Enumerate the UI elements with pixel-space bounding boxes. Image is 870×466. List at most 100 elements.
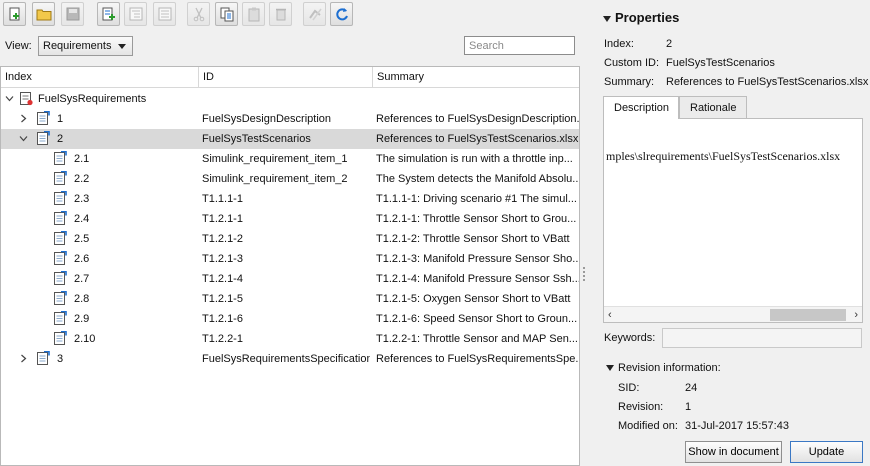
summary-value: References to FuelSysTestScenarios.xlsx bbox=[666, 76, 869, 88]
row-id: Simulink_requirement_item_1 bbox=[202, 153, 348, 165]
row-index: 2.5 bbox=[74, 233, 90, 245]
table-row[interactable]: 2 FuelSysTestScenarios References to FuelS… bbox=[1, 129, 579, 149]
tab-rationale[interactable]: Rationale bbox=[679, 96, 747, 118]
scroll-right-icon[interactable]: › bbox=[854, 309, 858, 321]
row-id: FuelSysDesignDescription bbox=[202, 113, 331, 125]
modified-label: Modified on: bbox=[618, 420, 678, 432]
scroll-left-icon[interactable]: ‹ bbox=[608, 309, 612, 321]
description-text: mples\slrequirements\FuelSysTestScenario… bbox=[606, 149, 841, 163]
table-row[interactable]: 2.10 T1.2.2-1 T1.2.2-1: Throttle Sensor an… bbox=[1, 329, 579, 349]
requirement-icon bbox=[54, 271, 67, 285]
keywords-field[interactable] bbox=[662, 328, 862, 348]
requirement-icon bbox=[37, 131, 50, 145]
requirement-icon bbox=[54, 231, 67, 245]
requirement-icon bbox=[54, 171, 67, 185]
chevron-down-icon bbox=[118, 44, 126, 49]
table-row[interactable]: 2.8 T1.2.1-5 T1.2.1-5: Oxygen Sensor Short… bbox=[1, 289, 579, 309]
view-dropdown[interactable]: Requirements bbox=[38, 36, 133, 56]
search-input[interactable] bbox=[464, 36, 575, 55]
revision-value: 1 bbox=[685, 401, 692, 413]
column-header-id[interactable]: ID bbox=[198, 67, 214, 88]
table-row[interactable]: 2.9 T1.2.1-6 T1.2.1-6: Speed Sensor Short … bbox=[1, 309, 579, 329]
delete-button[interactable] bbox=[269, 2, 292, 26]
chevron-down-icon[interactable] bbox=[5, 94, 14, 103]
row-index: 2.3 bbox=[74, 193, 90, 205]
paste-button[interactable] bbox=[242, 2, 265, 26]
table-row[interactable]: 2.7 T1.2.1-4 T1.2.1-4: Manifold Pressure S… bbox=[1, 269, 579, 289]
row-index: 3 bbox=[57, 353, 64, 365]
requirements-tree[interactable]: Index ID Summary FuelSysRequirements 1 Fu… bbox=[0, 66, 580, 466]
row-summary: The simulation is run with a throttle in… bbox=[376, 153, 573, 165]
collapse-triangle-icon[interactable] bbox=[606, 365, 614, 371]
add-justification-button[interactable] bbox=[153, 2, 176, 26]
row-summary: T1.2.1-1: Throttle Sensor Short to Grou.… bbox=[376, 213, 577, 225]
add-child-requirement-button[interactable] bbox=[124, 2, 147, 26]
add-child-requirement-icon bbox=[129, 7, 142, 21]
properties-title: Properties bbox=[615, 10, 680, 25]
cut-button[interactable] bbox=[187, 2, 210, 26]
tab-description[interactable]: Description bbox=[603, 96, 679, 119]
sid-label: SID: bbox=[618, 382, 640, 394]
tree-root-label: FuelSysRequirements bbox=[38, 93, 147, 105]
table-row[interactable]: 2.1 Simulink_requirement_item_1 The simula… bbox=[1, 149, 579, 169]
row-index: 2.9 bbox=[74, 313, 90, 325]
requirement-icon bbox=[37, 111, 50, 125]
custom-id-value: FuelSysTestScenarios bbox=[666, 57, 775, 69]
requirement-set-icon bbox=[20, 92, 33, 106]
scrollbar-thumb[interactable] bbox=[770, 309, 846, 321]
custom-id-label: Custom ID: bbox=[604, 57, 660, 69]
row-index: 2.8 bbox=[74, 293, 90, 305]
description-editor[interactable]: mples\slrequirements\FuelSysTestScenario… bbox=[603, 118, 863, 323]
row-summary: T1.2.1-3: Manifold Pressure Sensor Sho..… bbox=[376, 253, 579, 265]
modified-value: 31-Jul-2017 15:57:43 bbox=[685, 420, 789, 432]
column-header-index[interactable]: Index bbox=[1, 67, 32, 88]
save-button[interactable] bbox=[61, 2, 84, 26]
row-id: T1.2.1-5 bbox=[202, 293, 243, 305]
cut-icon bbox=[193, 7, 204, 22]
table-row[interactable]: 1 FuelSysDesignDescription References to F… bbox=[1, 109, 579, 129]
chevron-down-icon[interactable] bbox=[19, 134, 28, 143]
table-row[interactable]: 2.4 T1.2.1-1 T1.2.1-1: Throttle Sensor Sho… bbox=[1, 209, 579, 229]
row-id: T1.2.1-4 bbox=[202, 273, 243, 285]
revision-title: Revision information: bbox=[618, 362, 721, 374]
table-row[interactable]: 2.2 Simulink_requirement_item_2 The System… bbox=[1, 169, 579, 189]
refresh-icon bbox=[335, 8, 348, 21]
chevron-right-icon[interactable] bbox=[19, 114, 28, 123]
row-summary: T1.2.2-1: Throttle Sensor and MAP Sen... bbox=[376, 333, 578, 345]
column-header-summary[interactable]: Summary bbox=[372, 67, 424, 88]
row-id: Simulink_requirement_item_2 bbox=[202, 173, 348, 185]
link-button[interactable] bbox=[303, 2, 326, 26]
row-id: T1.2.1-6 bbox=[202, 313, 243, 325]
tree-root-row[interactable]: FuelSysRequirements bbox=[1, 89, 579, 109]
requirement-icon bbox=[54, 331, 67, 345]
row-index: 1 bbox=[57, 113, 64, 125]
chevron-right-icon[interactable] bbox=[19, 354, 28, 363]
row-index: 2.2 bbox=[74, 173, 90, 185]
row-id: FuelSysTestScenarios bbox=[202, 133, 311, 145]
panel-splitter[interactable] bbox=[582, 265, 586, 285]
copy-button[interactable] bbox=[215, 2, 238, 26]
view-label: View: bbox=[5, 40, 32, 52]
horizontal-scrollbar[interactable]: ‹ › bbox=[604, 306, 862, 322]
summary-label: Summary: bbox=[604, 76, 655, 88]
show-in-document-button[interactable]: Show in document bbox=[685, 441, 782, 463]
keywords-label: Keywords: bbox=[604, 332, 656, 344]
refresh-button[interactable] bbox=[330, 2, 353, 26]
open-folder-button[interactable] bbox=[32, 2, 55, 26]
revision-label: Revision: bbox=[618, 401, 664, 413]
table-row[interactable]: 2.5 T1.2.1-2 T1.2.1-2: Throttle Sensor Sho… bbox=[1, 229, 579, 249]
row-id: T1.2.2-1 bbox=[202, 333, 243, 345]
new-requirement-set-button[interactable] bbox=[3, 2, 26, 26]
row-id: T1.2.1-1 bbox=[202, 213, 243, 225]
row-id: T1.2.1-2 bbox=[202, 233, 243, 245]
update-button[interactable]: Update bbox=[790, 441, 863, 463]
add-requirement-button[interactable] bbox=[97, 2, 120, 26]
table-row[interactable]: 3 FuelSysRequirementsSpecification Referen… bbox=[1, 349, 579, 369]
properties-panel: Properties Index: 2 Custom ID: FuelSysTe… bbox=[597, 8, 870, 466]
row-summary: T1.2.1-5: Oxygen Sensor Short to VBatt bbox=[376, 293, 571, 305]
view-selected-value: Requirements bbox=[43, 40, 112, 52]
delete-icon bbox=[275, 8, 286, 21]
table-row[interactable]: 2.6 T1.2.1-3 T1.2.1-3: Manifold Pressure S… bbox=[1, 249, 579, 269]
table-row[interactable]: 2.3 T1.1.1-1 T1.1.1-1: Driving scenario #1… bbox=[1, 189, 579, 209]
row-index: 2.4 bbox=[74, 213, 90, 225]
